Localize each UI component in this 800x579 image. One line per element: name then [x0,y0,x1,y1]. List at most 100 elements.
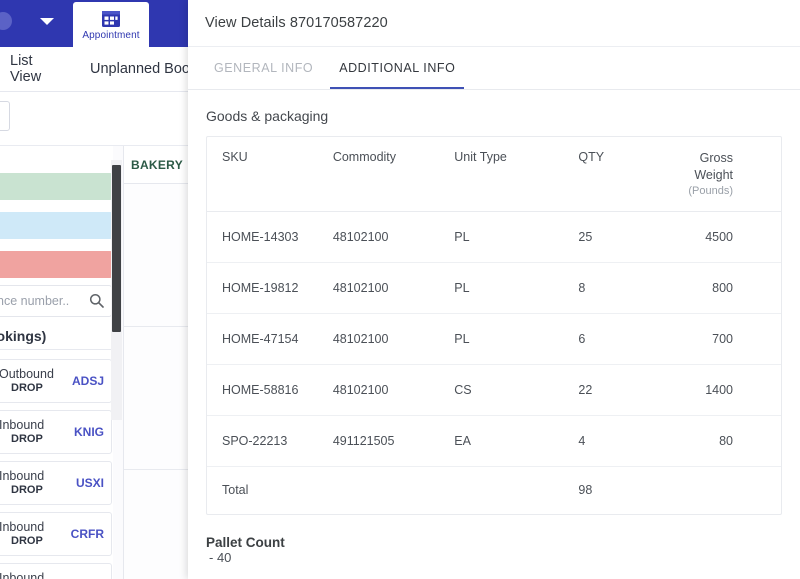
booking-code: USXI [75,476,104,490]
total-label: Total [222,483,249,498]
column-header-gross-weight: Gross Weight (Pounds) [688,137,781,211]
cell-gross-weight: 1400 [705,382,733,397]
total-commodity-blank [333,466,454,514]
booking-type: DROP [11,483,43,496]
booking-code: KNIG [74,425,104,439]
tab-additional-info-label: ADDITIONAL INFO [339,61,456,75]
list-item[interactable]: Inbound DROP USXI [0,461,112,505]
cell-qty: 6 [578,331,586,346]
booking-type: DROP [11,432,43,445]
cell-sku: HOME-47154 [222,331,299,346]
column-header-commodity: Commodity [332,150,397,164]
panel-tabs: GENERAL INFO ADDITIONAL INFO [188,47,800,90]
view-details-panel: View Details 870170587220 GENERAL INFO A… [188,0,800,579]
cell-commodity: 48102100 [332,229,389,244]
cell-commodity: 491121505 [332,433,395,448]
tab-additional-info[interactable]: ADDITIONAL INFO [326,47,468,89]
booking-code: ADSJ [71,374,104,388]
booking-direction: Inbound [0,571,45,579]
total-unit-type-blank [454,466,578,514]
gross-weight-title: Gross Weight [694,151,733,182]
booking-type: DROP [11,381,43,394]
cell-qty: 22 [578,382,593,397]
calendar-slot[interactable] [124,184,190,327]
pallet-count-block: Pallet Count - 40 [188,535,800,565]
table-row[interactable]: HOME-47154 48102100 PL 6 700 [207,313,781,365]
list-item[interactable]: Inbound DROP CRFR [0,563,112,579]
pallet-count-label: Pallet Count [206,535,285,551]
list-item[interactable]: Inbound DROP CRFR [0,512,112,556]
calendar-slot[interactable] [124,327,190,470]
column-header-sku: SKU [222,150,248,164]
status-bar-green [0,173,112,200]
table-header-row: SKU Commodity Unit Type QTY Gross Weight… [207,137,781,212]
screen: Appointment List View Unplanned Boo nce … [0,0,800,579]
list-item[interactable]: Inbound DROP KNIG [0,410,112,454]
booking-direction: Inbound [0,520,45,535]
cell-commodity: 48102100 [332,331,389,346]
view-tabs-row: List View Unplanned Boo [0,47,190,92]
cell-gross-weight: 800 [712,280,733,295]
goods-table: SKU Commodity Unit Type QTY Gross Weight… [206,136,782,516]
page-title: View Details 870170587220 [188,0,800,47]
cell-commodity: 48102100 [332,382,389,397]
calendar-column-label: BAKERY [130,157,184,172]
appointment-tab-label: Appointment [82,29,140,41]
cell-commodity: 48102100 [332,280,389,295]
calendar-slot[interactable] [124,470,190,579]
total-gross-weight-blank [688,466,781,514]
total-qty: 98 [578,483,593,498]
booking-direction: Inbound [0,418,45,433]
cell-gross-weight: 700 [712,331,733,346]
status-bar-blue [0,212,112,239]
tab-general-info[interactable]: GENERAL INFO [201,47,326,89]
table-row[interactable]: HOME-58816 48102100 CS 22 1400 [207,364,781,416]
bookings-sidebar: nce number.. ookings) Outbound DROP ADSJ [0,146,114,579]
cell-gross-weight: 80 [719,433,733,448]
avatar[interactable] [0,12,12,30]
booking-type: DROP [11,534,43,547]
booking-direction: Inbound [0,469,45,484]
table-row[interactable]: HOME-19812 48102100 PL 8 800 [207,262,781,314]
table-row[interactable]: HOME-14303 48102100 PL 25 4500 [207,211,781,263]
cell-qty: 8 [578,280,586,295]
bookings-count-label: ookings) [0,328,47,344]
filter-control[interactable] [0,101,10,131]
cell-unit-type: PL [454,229,470,244]
status-bar-red [0,251,112,278]
cell-sku: HOME-58816 [222,382,299,397]
section-title-goods-packaging: Goods & packaging [206,108,329,124]
cell-qty: 4 [578,433,586,448]
tab-general-info-label: GENERAL INFO [214,61,314,75]
cell-sku: HOME-14303 [222,229,299,244]
appointment-tab[interactable]: Appointment [73,2,149,47]
search-placeholder: nce number.. [0,294,70,308]
column-header-unit-type: Unit Type [454,150,507,164]
calendar-icon [101,9,121,28]
search-icon[interactable] [89,293,104,313]
search-input[interactable]: nce number.. [0,285,112,317]
cell-sku: SPO-22213 [222,433,288,448]
cell-unit-type: PL [454,280,470,295]
filter-strip [0,92,190,146]
list-item[interactable]: Outbound DROP ADSJ [0,359,112,403]
gross-weight-unit: (Pounds) [688,184,733,197]
cell-unit-type: EA [454,433,471,448]
table-total-row: Total 98 [207,466,781,514]
background-app: Appointment List View Unplanned Boo nce … [0,0,190,579]
booking-direction: Outbound [0,367,54,382]
pallet-count-value: - 40 [209,550,232,566]
chevron-down-icon[interactable] [40,18,54,25]
cell-unit-type: PL [454,331,470,346]
calendar-column-header: BAKERY [124,146,190,184]
app-top-bar: Appointment [0,0,190,47]
cell-unit-type: CS [454,382,472,397]
cell-sku: HOME-19812 [222,280,299,295]
cell-qty: 25 [578,229,593,244]
scrollbar-thumb[interactable] [112,165,121,332]
calendar-column-bakery: BAKERY [123,146,190,579]
tab-list-view[interactable]: List View [10,53,62,85]
column-header-qty: QTY [578,150,605,164]
table-row[interactable]: SPO-22213 491121505 EA 4 80 [207,415,781,467]
tab-unplanned-bookings[interactable]: Unplanned Boo [90,61,190,77]
